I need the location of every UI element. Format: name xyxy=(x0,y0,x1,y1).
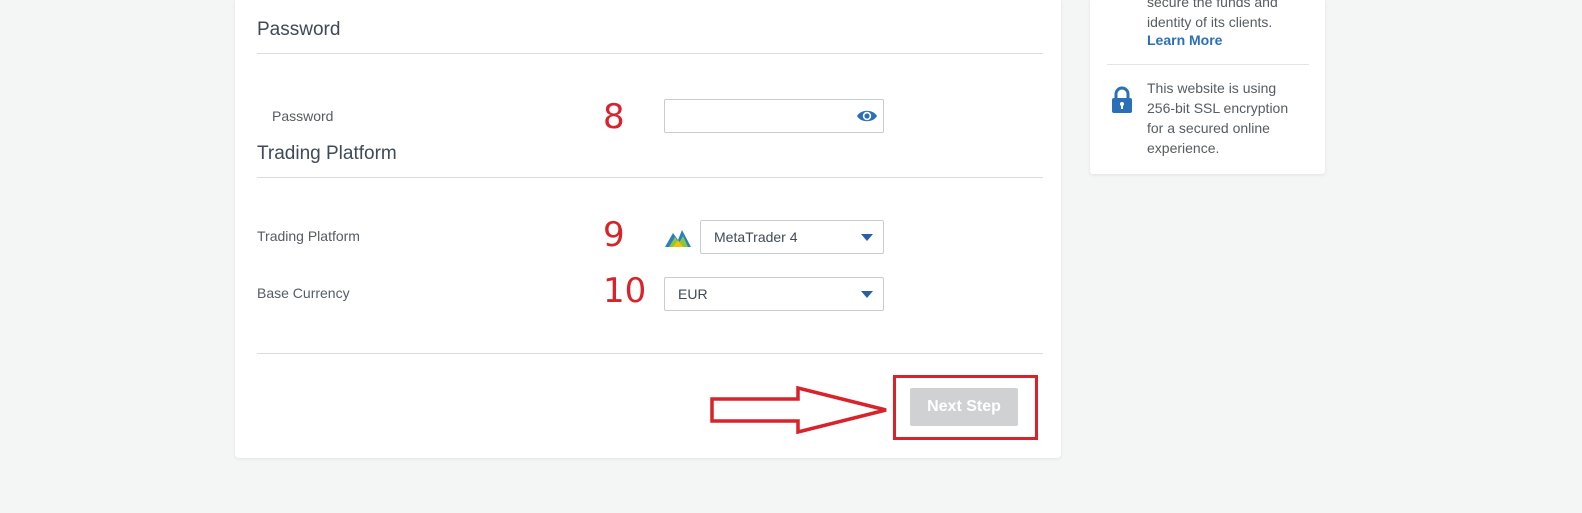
learn-more-link[interactable]: Learn More xyxy=(1147,32,1222,48)
security-text: secure the funds and identity of its cli… xyxy=(1147,0,1278,30)
trading-platform-select[interactable]: MetaTrader 4 xyxy=(700,220,884,254)
chevron-down-icon xyxy=(861,234,873,241)
lock-icon xyxy=(1112,86,1132,113)
step-number-10: 10 xyxy=(603,271,647,311)
chevron-down-icon xyxy=(861,291,873,298)
password-field[interactable] xyxy=(664,99,884,133)
trading-platform-selected-value: MetaTrader 4 xyxy=(714,229,798,245)
form-footer-divider xyxy=(257,353,1043,354)
trading-platform-section-title: Trading Platform xyxy=(257,143,397,164)
base-currency-selected-value: EUR xyxy=(678,286,708,302)
base-currency-label: Base Currency xyxy=(257,285,350,301)
ssl-info-text: This website is using 256-bit SSL encryp… xyxy=(1147,80,1289,156)
password-section-title: Password xyxy=(257,19,341,40)
password-label: Password xyxy=(272,108,334,124)
trading-platform-section-divider xyxy=(257,177,1043,178)
side-panel-divider xyxy=(1107,64,1309,65)
step-number-8: 8 xyxy=(603,97,625,137)
base-currency-select[interactable]: EUR xyxy=(664,277,884,311)
password-input[interactable] xyxy=(665,100,845,132)
annotation-highlight-box xyxy=(893,375,1038,440)
metatrader-logo xyxy=(665,230,691,247)
step-number-9: 9 xyxy=(603,215,625,255)
eye-icon[interactable] xyxy=(856,108,878,124)
password-section-divider xyxy=(257,53,1043,54)
annotation-arrow-icon xyxy=(710,385,887,435)
trading-platform-label: Trading Platform xyxy=(257,228,360,244)
